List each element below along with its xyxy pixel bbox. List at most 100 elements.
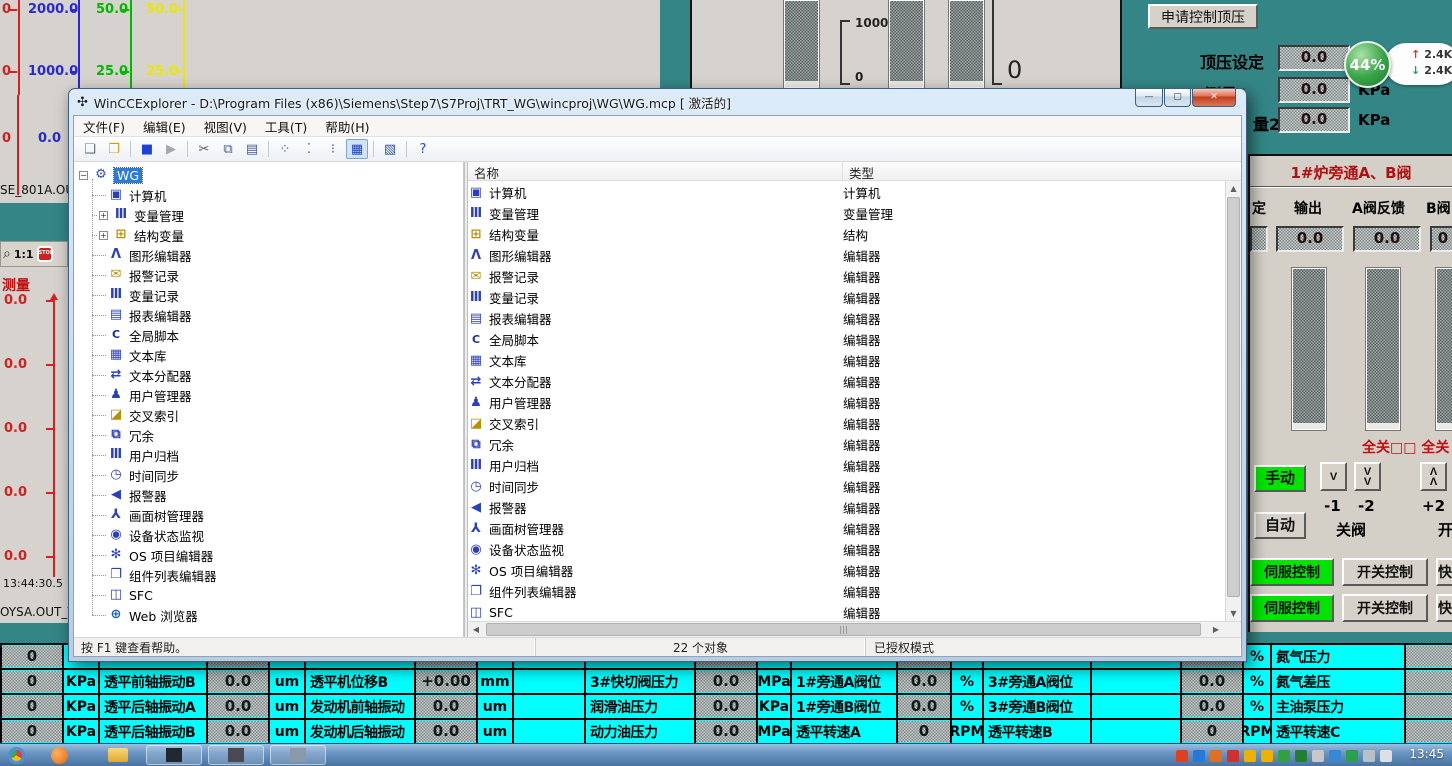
tree-item-0[interactable]: ▣计算机 [92,185,463,205]
step-up-2-button[interactable]: ΛΛ [1420,462,1447,491]
tree-item-5[interactable]: Ⅲ变量记录 [92,285,463,305]
task-button-1[interactable] [146,745,202,765]
tree-item-15[interactable]: ◀报警器 [92,485,463,505]
list-row-11[interactable]: ◪交叉索引编辑器 [468,413,1241,434]
servo-control-button-1[interactable]: 伺服控制 [1250,558,1334,586]
net-speed-pill[interactable]: ↑2.4K/s ↓2.4K/s [1385,43,1452,85]
help-icon[interactable]: ? [412,139,434,159]
list-header[interactable]: 名称 类型 [468,162,1241,181]
tree-item-2[interactable]: +⊞结构变量 [92,225,463,245]
vertical-scrollbar[interactable]: ▲ ▼ [1225,181,1241,621]
list-row-9[interactable]: ⇄文本分配器编辑器 [468,371,1241,392]
window-titlebar[interactable]: ✣ WinCCExplorer - D:\Program Files (x86)… [69,89,1246,115]
list-row-13[interactable]: Ⅲ用户归档编辑器 [468,455,1241,476]
tree-item-12[interactable]: ⧉冗余 [92,425,463,445]
list-row-1[interactable]: Ⅲ变量管理变量管理 [468,203,1241,224]
security-icon[interactable] [1227,750,1239,762]
menu-item-3[interactable]: 工具(T) [256,115,316,138]
qq2-icon[interactable] [1261,750,1273,762]
media-player-icon[interactable] [51,747,68,764]
tree-item-11[interactable]: ◪交叉索引 [92,405,463,425]
stop-icon[interactable]: ■ [136,139,158,159]
ime-icon[interactable] [1210,750,1222,762]
fast-open-button-2[interactable]: 快开 [1436,594,1452,622]
sogou-icon[interactable] [1176,750,1188,762]
tree-item-10[interactable]: ♟用户管理器 [92,385,463,405]
fast-open-button-1[interactable]: 快开 [1436,558,1452,586]
play-icon[interactable]: ▶ [160,139,182,159]
tree-item-16[interactable]: ⅄画面树管理器 [92,505,463,525]
task-button-3[interactable] [270,745,326,765]
magnifier-icon[interactable]: ⌕ [3,246,11,262]
tree-item-4[interactable]: ✉报警记录 [92,265,463,285]
scroll-right-icon[interactable]: ▶ [1208,622,1224,637]
expand-icon[interactable]: + [99,231,108,240]
scroll-down-icon[interactable]: ▼ [1226,606,1241,621]
details-view-icon[interactable]: ▦ [346,139,368,159]
cut-icon[interactable]: ✂ [193,139,215,159]
tree-item-20[interactable]: ◫SFC [92,585,463,605]
expand-icon[interactable]: + [99,211,108,220]
list-row-10[interactable]: ♟用户管理器编辑器 [468,392,1241,413]
object-list-pane[interactable]: 名称 类型 ▣计算机计算机Ⅲ变量管理变量管理⊞结构变量结构Λ图形编辑器编辑器✉报… [468,162,1241,637]
list-row-4[interactable]: ✉报警记录编辑器 [468,266,1241,287]
tree-item-21[interactable]: ⊕Web 浏览器 [92,605,463,625]
qq-icon[interactable] [1244,750,1256,762]
small-icons-icon[interactable]: ⁚ [298,139,320,159]
list-view-icon[interactable]: ⁝ [322,139,344,159]
maximize-button[interactable]: ▢ [1164,89,1191,107]
list-row-0[interactable]: ▣计算机计算机 [468,182,1241,203]
windows-taskbar[interactable]: 13:45 [0,743,1452,766]
tree-item-1[interactable]: +Ⅲ变量管理 [92,205,463,225]
step-down-1-button[interactable]: V [1320,462,1347,491]
new-file-icon[interactable]: ❏ [79,139,101,159]
list-row-15[interactable]: ◀报警器编辑器 [468,497,1241,518]
tree-root-label[interactable]: WG [114,168,142,183]
drive-icon[interactable] [1295,750,1307,762]
menu-item-4[interactable]: 帮助(H) [316,115,378,138]
auto-button[interactable]: 自动 [1254,512,1306,539]
menu-item-0[interactable]: 文件(F) [74,115,134,138]
request-top-pressure-button[interactable]: 申请控制顶压 [1148,4,1258,29]
list-row-16[interactable]: ⅄画面树管理器编辑器 [468,518,1241,539]
list-row-7[interactable]: C全局脚本编辑器 [468,329,1241,350]
list-row-20[interactable]: ◫SFC编辑器 [468,602,1241,621]
system-tray[interactable] [1176,744,1392,766]
menu-item-1[interactable]: 编辑(E) [134,115,195,138]
stop-icon[interactable]: STOP [37,246,53,262]
manual-button[interactable]: 手动 [1254,465,1306,492]
volume-icon[interactable] [1380,750,1392,762]
network-icon[interactable] [1363,750,1375,762]
name-column-header[interactable]: 名称 [468,162,843,180]
hscroll-thumb[interactable] [486,623,1201,636]
list-row-6[interactable]: ▤报表编辑器编辑器 [468,308,1241,329]
task-button-2[interactable] [208,745,264,765]
list-row-14[interactable]: ◷时间同步编辑器 [468,476,1241,497]
scroll-up-icon[interactable]: ▲ [1226,181,1241,196]
scroll-left-icon[interactable]: ◀ [468,622,484,637]
list-row-3[interactable]: Λ图形编辑器编辑器 [468,245,1241,266]
browser-tray-icon[interactable] [1329,750,1341,762]
list-row-2[interactable]: ⊞结构变量结构 [468,224,1241,245]
menu-item-2[interactable]: 视图(V) [195,115,256,138]
copy-icon[interactable]: ⧉ [217,139,239,159]
tree-item-13[interactable]: Ⅲ用户归档 [92,445,463,465]
project-tree-pane[interactable]: − ⚙ WG ▣计算机+Ⅲ变量管理+⊞结构变量Λ图形编辑器✉报警记录Ⅲ变量记录▤… [74,162,464,637]
up-level-icon[interactable]: ⁘ [274,139,296,159]
list-row-18[interactable]: ✻OS 项目编辑器编辑器 [468,560,1241,581]
tree-item-17[interactable]: ◉设备状态监视 [92,525,463,545]
switch-control-button-1[interactable]: 开关控制 [1342,558,1428,586]
zoom-ratio-button[interactable]: 1:1 [14,248,34,261]
folder-icon[interactable] [108,748,128,762]
tree-item-3[interactable]: Λ图形编辑器 [92,245,463,265]
tree-root-row[interactable]: − ⚙ WG [79,165,463,185]
wincc-explorer-window[interactable]: ✣ WinCCExplorer - D:\Program Files (x86)… [68,88,1247,662]
taskbar-clock[interactable]: 13:45 [1409,747,1444,761]
tree-item-14[interactable]: ◷时间同步 [92,465,463,485]
mail-icon[interactable] [1346,750,1358,762]
type-column-header[interactable]: 类型 [843,162,1241,180]
list-row-8[interactable]: ▦文本库编辑器 [468,350,1241,371]
tree-item-18[interactable]: ✻OS 项目编辑器 [92,545,463,565]
step-down-2-button[interactable]: VV [1354,462,1381,491]
tree-item-8[interactable]: ▦文本库 [92,345,463,365]
